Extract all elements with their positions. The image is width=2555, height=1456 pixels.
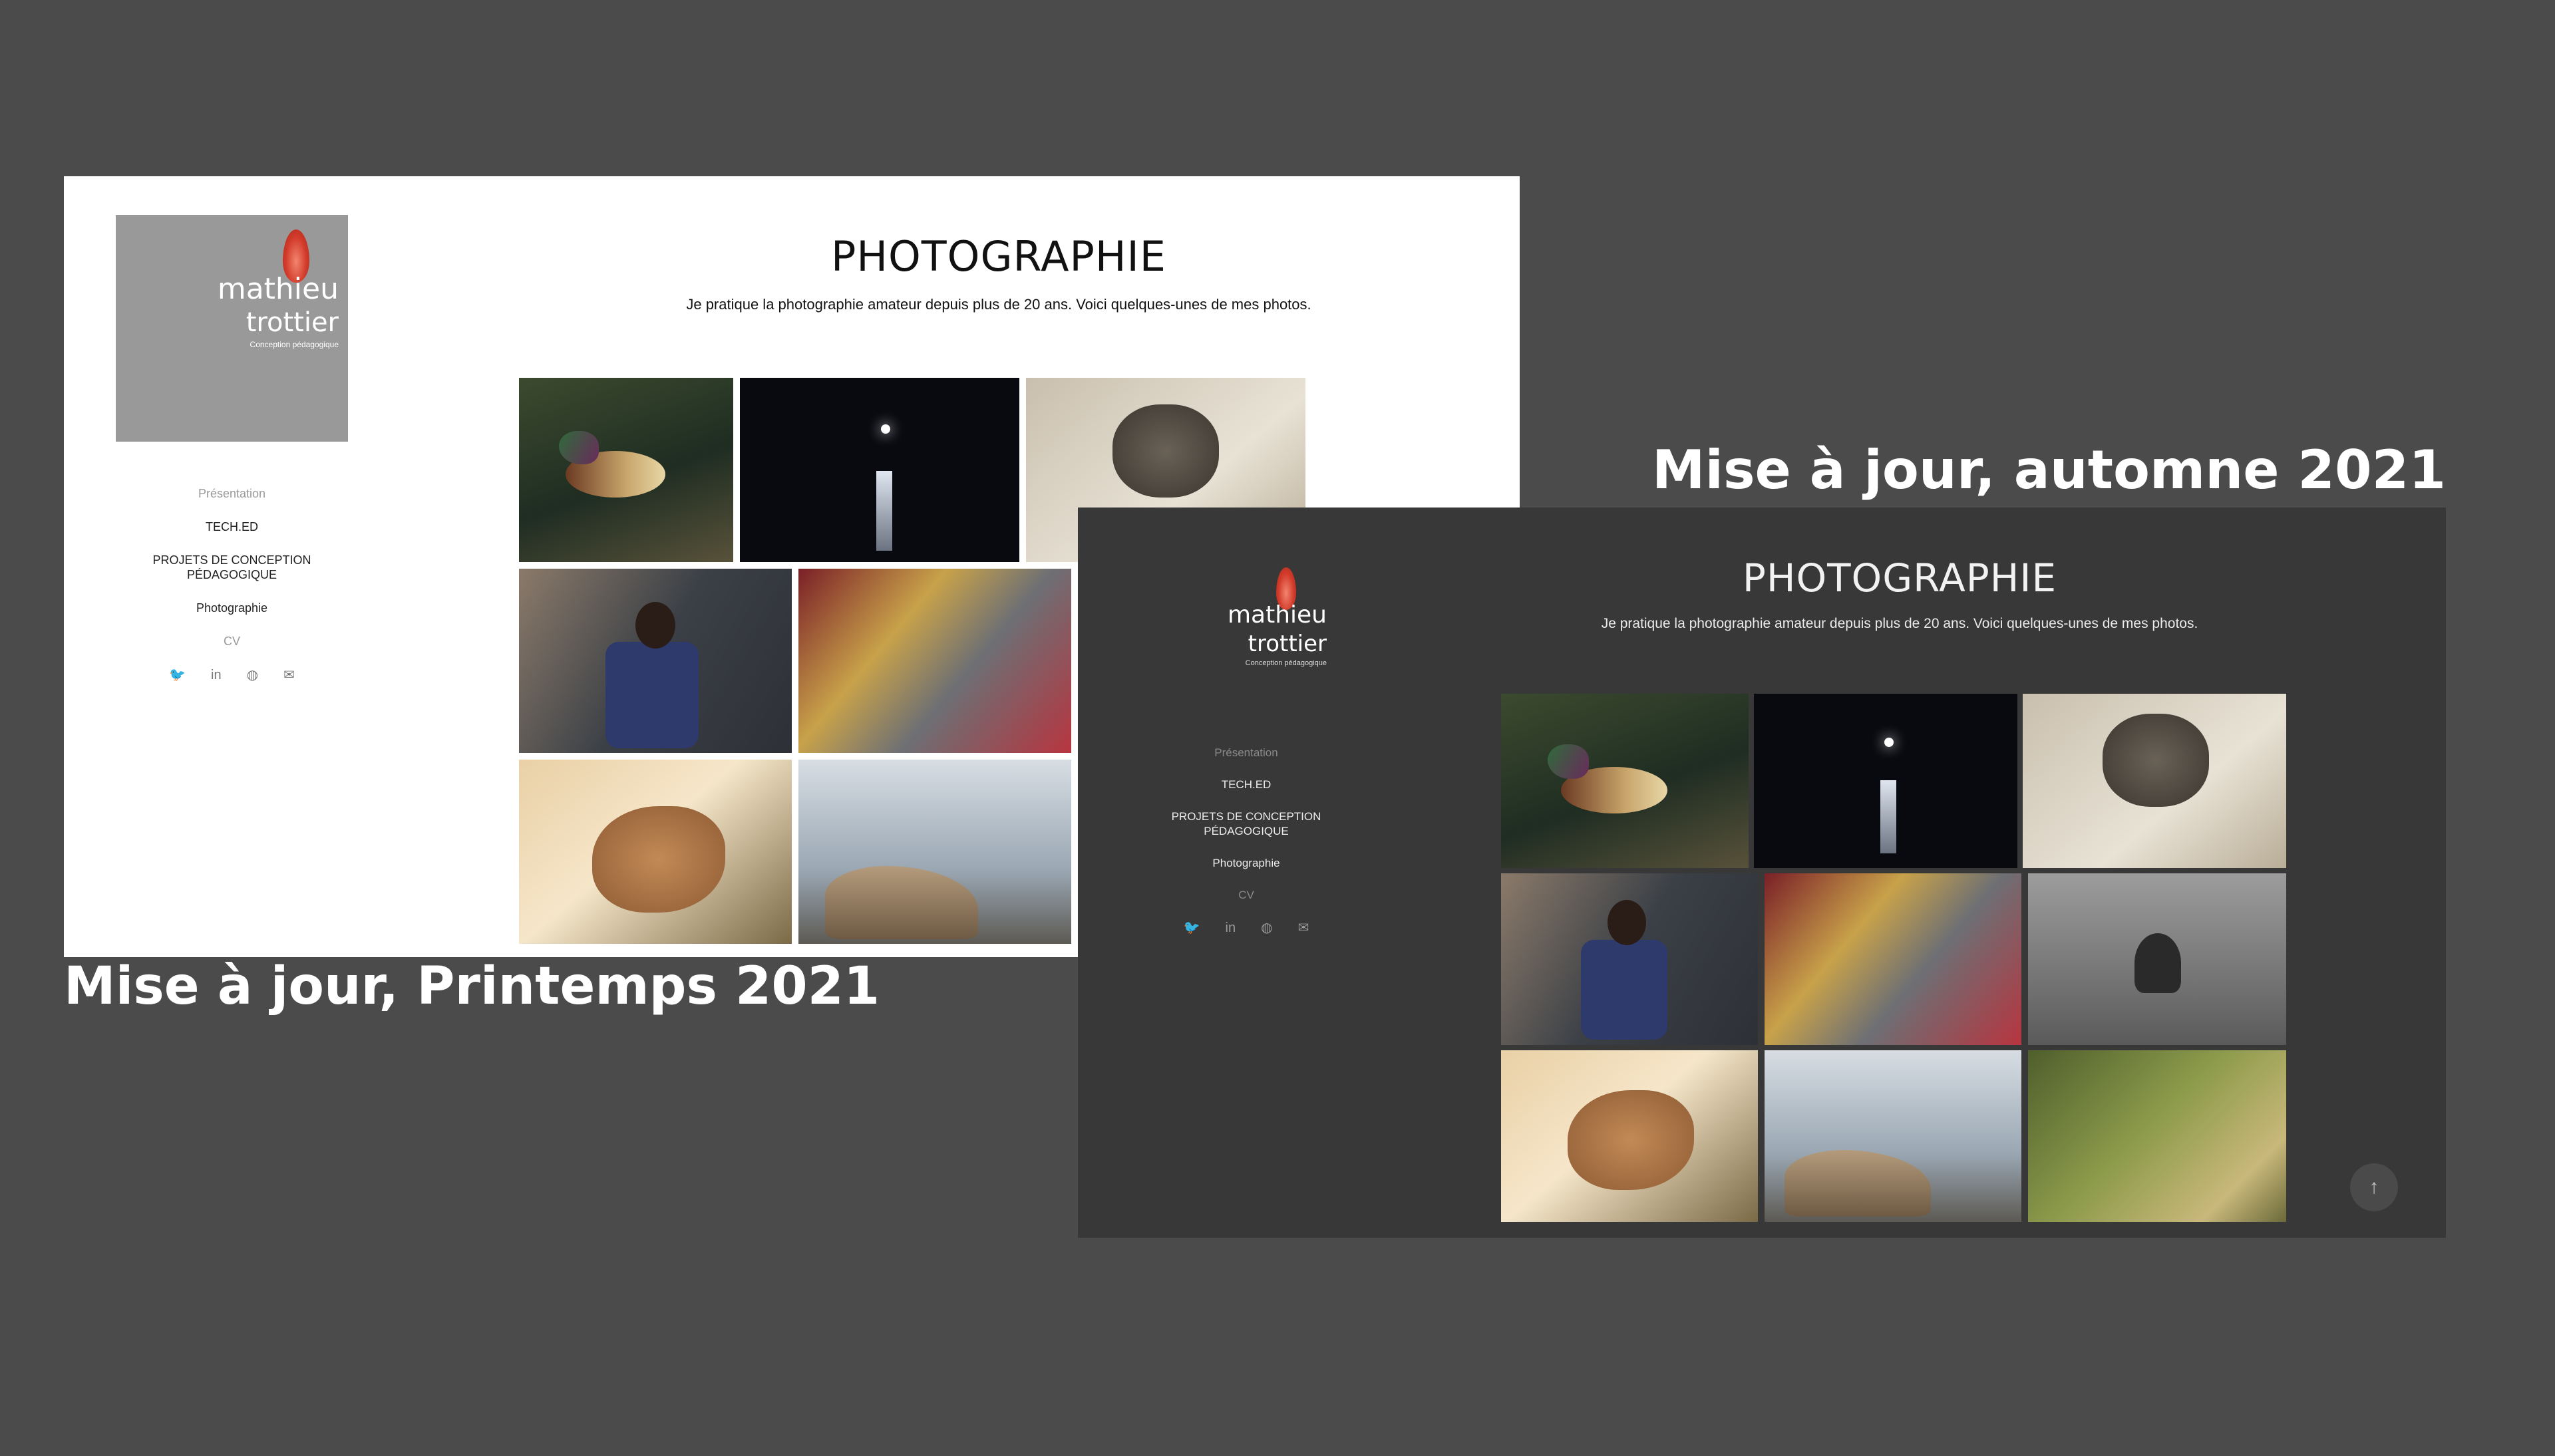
photo-sunset-rocks[interactable] [798,760,1071,944]
logo-name-last: trottier [246,307,339,338]
nav-item-projets[interactable]: PROJETS DE CONCEPTION PÉDAGOGIQUE [1166,809,1326,839]
photo-rocks-heart[interactable] [2023,694,2286,868]
nav-item-projets[interactable]: PROJETS DE CONCEPTION PÉDAGOGIQUE [152,553,312,582]
photo-moss-bark[interactable] [2028,1050,2286,1222]
evernote-icon[interactable]: ◍ [247,668,258,682]
photo-duck[interactable] [519,378,733,562]
arrow-up-icon: ↑ [2369,1176,2379,1198]
website-screenshot-fall: mathieu trottier Conception pédagogique … [1078,508,2446,1238]
social-links: 🐦 in ◍ ✉ [1184,921,1309,935]
photo-moon-lake[interactable] [1754,694,2017,868]
social-links: 🐦 in ◍ ✉ [169,668,295,682]
nav-item-cv[interactable]: CV [224,634,240,649]
logo-tagline: Conception pédagogique [250,340,339,349]
photo-moon-lake[interactable] [740,378,1019,562]
site-nav: Présentation TECH.ED PROJETS DE CONCEPTI… [1156,746,1336,935]
logo-tagline: Conception pédagogique [1245,659,1327,667]
nav-item-teched[interactable]: TECH.ED [206,519,258,534]
logo-name-last: trottier [1248,631,1327,657]
site-nav: Présentation TECH.ED PROJETS DE CONCEPTI… [116,486,348,682]
linkedin-icon[interactable]: in [211,668,222,682]
photo-crowd-selfie[interactable] [519,569,792,753]
mail-icon[interactable]: ✉ [283,668,295,682]
photo-gallery [1501,694,2300,1238]
page-title: PHOTOGRAPHIE [831,232,1166,281]
photo-sunset-rocks[interactable] [1765,1050,2021,1222]
logo-name-first: mathieu [217,272,339,306]
nav-item-presentation[interactable]: Présentation [198,486,265,501]
nav-item-presentation[interactable]: Présentation [1214,746,1278,760]
photo-love-locks[interactable] [798,569,1071,753]
photo-chicken[interactable] [519,760,792,944]
page-intro: Je pratique la photographie amateur depu… [1601,616,2198,631]
logo-name-first: mathieu [1227,601,1327,629]
mail-icon[interactable]: ✉ [1298,921,1309,935]
photo-love-locks[interactable] [1765,873,2021,1045]
page-title: PHOTOGRAPHIE [1742,555,2057,601]
nav-item-photographie[interactable]: Photographie [196,601,267,615]
photo-duck[interactable] [1501,694,1749,868]
twitter-icon[interactable]: 🐦 [1184,921,1200,935]
caption-spring-2021: Mise à jour, Printemps 2021 [64,956,880,1016]
evernote-icon[interactable]: ◍ [1261,921,1272,935]
photo-crowd-selfie[interactable] [1501,873,1758,1045]
twitter-icon[interactable]: 🐦 [169,668,186,682]
scroll-to-top-button[interactable]: ↑ [2350,1163,2398,1211]
nav-item-photographie[interactable]: Photographie [1212,856,1279,871]
site-logo[interactable]: mathieu trottier Conception pédagogique [116,215,348,442]
photo-child-water[interactable] [2028,873,2286,1045]
caption-fall-2021: Mise à jour, automne 2021 [1651,439,2446,501]
nav-item-cv[interactable]: CV [1238,888,1254,903]
photo-chicken[interactable] [1501,1050,1758,1222]
linkedin-icon[interactable]: in [1226,921,1236,935]
site-logo[interactable]: mathieu trottier Conception pédagogique [1156,567,1336,700]
page-intro: Je pratique la photographie amateur depu… [686,296,1311,313]
nav-item-teched[interactable]: TECH.ED [1222,778,1272,792]
